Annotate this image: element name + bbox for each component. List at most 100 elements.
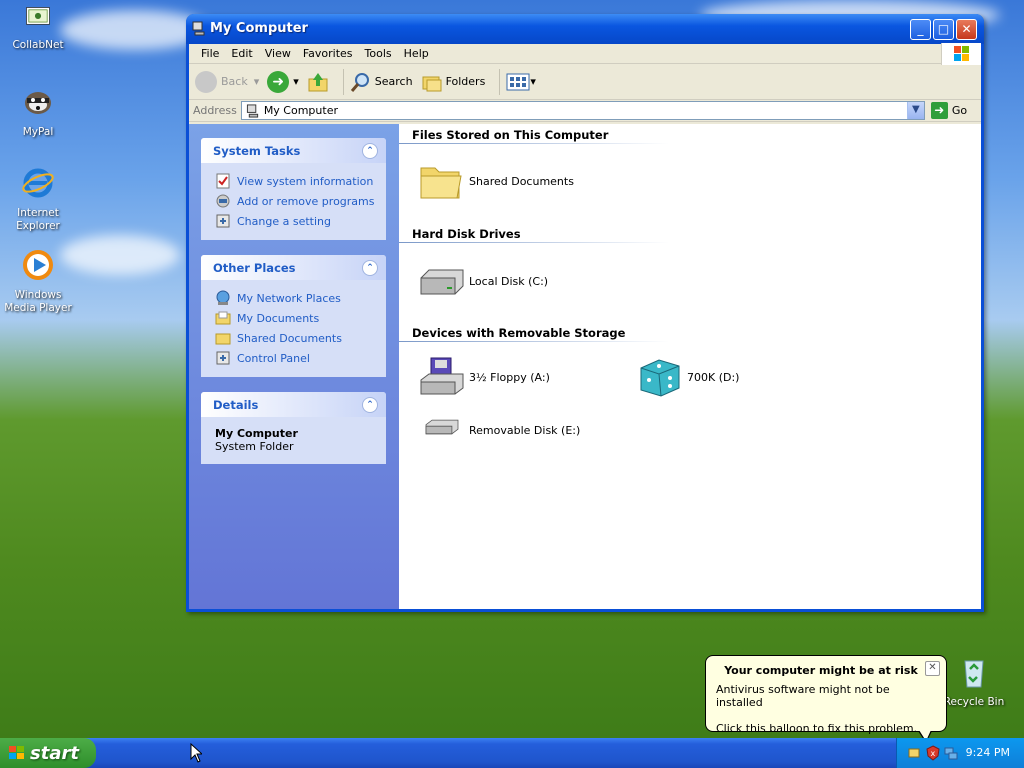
place-control-panel[interactable]: Control Panel xyxy=(215,348,386,368)
go-button[interactable]: ➜ Go xyxy=(930,102,967,119)
chevron-down-icon: ▼ xyxy=(911,104,920,115)
item-removable-disk-e[interactable]: Removable Disk (E:) xyxy=(417,414,580,446)
other-places-panel: Other Places ⌃ My Network Places My Docu… xyxy=(201,255,386,377)
start-label: start xyxy=(30,742,79,764)
hard-disk-icon xyxy=(420,269,464,295)
desktop-icon-label: MyPal xyxy=(22,126,54,138)
taskbar: start x 9:24 PM xyxy=(0,738,1024,768)
address-input[interactable]: My Computer ▼ xyxy=(240,101,925,120)
details-type: System Folder xyxy=(215,440,294,453)
task-view-system-information[interactable]: View system information xyxy=(215,171,386,191)
address-dropdown-button[interactable]: ▼ xyxy=(906,102,924,119)
desktop-icon-internet-explorer[interactable]: Internet Explorer xyxy=(0,166,78,233)
place-label: My Documents xyxy=(237,311,320,325)
up-folder-icon xyxy=(308,72,328,91)
collapse-icon[interactable]: ⌃ xyxy=(362,143,378,159)
my-computer-window[interactable]: My Computer _ □ ✕ File Edit View Favorit… xyxy=(186,14,984,612)
group-divider xyxy=(399,341,669,342)
content-pane: Files Stored on This Computer Shared Doc… xyxy=(399,124,981,609)
place-my-documents[interactable]: My Documents xyxy=(215,308,386,328)
raccoon-icon xyxy=(25,92,51,114)
item-floppy-a[interactable]: 3½ Floppy (A:) xyxy=(417,356,550,398)
desktop-icon-mypal[interactable]: MyPal xyxy=(0,85,78,139)
security-balloon[interactable]: Your computer might be at risk ✕ Antivir… xyxy=(705,655,947,743)
toolbar-separator xyxy=(499,68,501,95)
folders-label: Folders xyxy=(445,75,486,88)
forward-button[interactable]: ➜ ▾ xyxy=(267,70,299,93)
maximize-button[interactable]: □ xyxy=(933,19,954,40)
item-700k-d[interactable]: 700K (D:) xyxy=(635,356,739,398)
desktop-icon-collabnet[interactable]: CollabNet xyxy=(0,6,78,52)
task-label: View system information xyxy=(237,174,374,188)
other-places-header[interactable]: Other Places ⌃ xyxy=(201,255,386,280)
task-label: Add or remove programs xyxy=(237,194,375,208)
floppy-drive-icon xyxy=(420,357,464,395)
item-label: Removable Disk (E:) xyxy=(469,423,581,437)
start-button[interactable]: start xyxy=(0,738,96,768)
place-label: My Network Places xyxy=(237,291,341,305)
task-change-setting[interactable]: Change a setting xyxy=(215,211,386,231)
folders-icon xyxy=(422,76,442,91)
window-title: My Computer xyxy=(210,21,308,36)
computer-icon xyxy=(192,21,205,36)
place-my-network-places[interactable]: My Network Places xyxy=(215,288,386,308)
toolbar: Back ▾ ➜ ▾ Search Folders ▾ xyxy=(189,64,981,100)
balloon-title: Your computer might be at risk xyxy=(724,664,918,677)
details-panel: Details ⌃ My Computer System Folder xyxy=(201,392,386,464)
details-header[interactable]: Details ⌃ xyxy=(201,392,386,417)
folder-icon xyxy=(215,333,231,345)
connection-tray-icon[interactable] xyxy=(943,745,959,761)
cloud xyxy=(60,235,180,275)
back-label: Back xyxy=(221,75,248,88)
menu-help[interactable]: Help xyxy=(398,47,435,60)
item-shared-documents[interactable]: Shared Documents xyxy=(417,160,574,202)
search-button[interactable]: Search xyxy=(350,71,413,93)
folders-button[interactable]: Folders xyxy=(421,71,486,93)
dice-icon xyxy=(640,359,680,397)
go-arrow-icon: ➜ xyxy=(930,102,948,119)
menu-favorites[interactable]: Favorites xyxy=(297,47,359,60)
up-button[interactable] xyxy=(307,71,329,93)
windows-logo-icon xyxy=(941,43,981,65)
system-tasks-header[interactable]: System Tasks ⌃ xyxy=(201,138,386,163)
menu-edit[interactable]: Edit xyxy=(225,47,258,60)
menu-view[interactable]: View xyxy=(259,47,297,60)
security-alert-icon[interactable]: x xyxy=(925,745,941,761)
desktop-icon-label: Windows Media Player xyxy=(4,289,72,314)
views-button[interactable]: ▾ xyxy=(506,72,536,92)
place-shared-documents[interactable]: Shared Documents xyxy=(215,328,386,348)
control-panel-icon xyxy=(216,214,230,228)
panel-title: Details xyxy=(213,398,259,412)
internet-explorer-icon xyxy=(22,168,54,198)
desktop-icon-label: Internet Explorer xyxy=(16,207,60,232)
network-icon xyxy=(216,290,230,305)
group-divider xyxy=(399,242,669,243)
desktop-icon-windows-media-player[interactable]: Windows Media Player xyxy=(0,248,78,315)
menu-tools[interactable]: Tools xyxy=(359,47,398,60)
task-pane: System Tasks ⌃ View system information A… xyxy=(189,124,399,609)
search-icon xyxy=(350,72,369,92)
recycle-bin-icon xyxy=(964,660,984,688)
control-panel-icon xyxy=(216,351,230,365)
mouse-cursor-icon xyxy=(190,743,202,763)
removable-disk-icon xyxy=(425,419,459,435)
minimize-button[interactable]: _ xyxy=(910,19,931,40)
title-bar[interactable]: My Computer _ □ ✕ xyxy=(186,14,984,44)
task-add-remove-programs[interactable]: Add or remove programs xyxy=(215,191,386,211)
desktop-icon-label: CollabNet xyxy=(12,39,64,51)
media-player-icon xyxy=(23,250,53,280)
clock[interactable]: 9:24 PM xyxy=(966,746,1010,759)
explorer-body: System Tasks ⌃ View system information A… xyxy=(189,124,981,609)
add-remove-icon xyxy=(216,194,230,208)
balloon-close-button[interactable]: ✕ xyxy=(925,661,940,676)
collapse-icon[interactable]: ⌃ xyxy=(362,397,378,413)
back-button[interactable]: Back ▾ xyxy=(195,70,259,93)
folder-icon xyxy=(420,167,462,199)
close-button[interactable]: ✕ xyxy=(956,19,977,40)
group-header-removable: Devices with Removable Storage xyxy=(412,326,626,340)
menu-file[interactable]: File xyxy=(195,47,225,60)
item-local-disk-c[interactable]: Local Disk (C:) xyxy=(417,260,548,302)
collapse-icon[interactable]: ⌃ xyxy=(362,260,378,276)
network-tray-icon[interactable] xyxy=(907,745,923,761)
documents-folder-icon xyxy=(215,311,231,325)
